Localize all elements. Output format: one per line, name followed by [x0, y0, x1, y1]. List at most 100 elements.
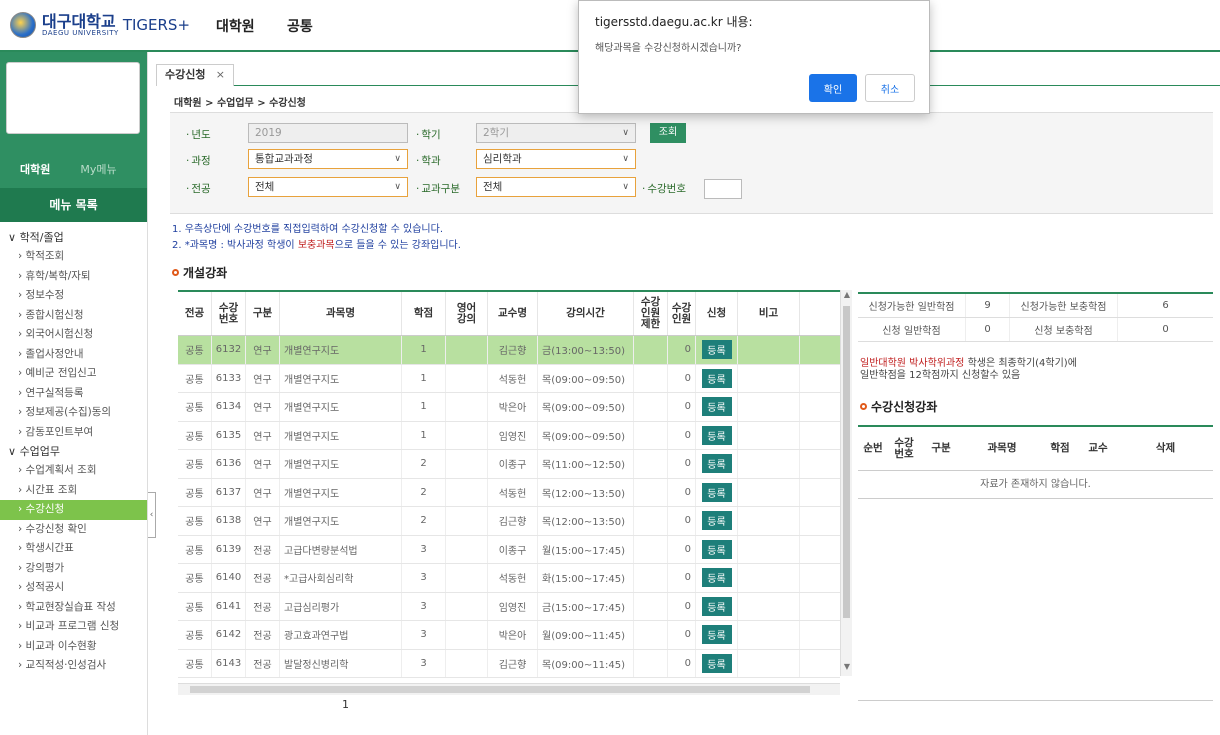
major-select[interactable]: 전체 ∨ — [248, 177, 408, 197]
sidebar-item[interactable]: › 정보제공(수집)동의 — [0, 403, 147, 423]
sidebar-item[interactable]: › 외국어시험신청 — [0, 325, 147, 345]
sidebar-item[interactable]: › 성적공시 — [0, 578, 147, 598]
register-button[interactable]: 등록 — [701, 539, 732, 559]
sidebar-item[interactable]: › 교직적성·인성검사 — [0, 656, 147, 676]
search-button[interactable]: 조회 — [650, 123, 686, 143]
cell-prof: 석동헌 — [488, 364, 538, 392]
cell-time: 목(12:00~13:50) — [538, 507, 634, 535]
cell-major: 공통 — [178, 592, 212, 620]
sidebar-item[interactable]: › 정보수정 — [0, 286, 147, 306]
vertical-scrollbar[interactable]: ▲ ▼ — [840, 290, 852, 676]
cell-type: 연구 — [246, 364, 280, 392]
sidebar-item[interactable]: › 학적조회 — [0, 247, 147, 267]
table-row[interactable]: 공통 6132 연구 개별연구지도 1 김근향 금(13:00~13:50) 0 등록 — [178, 336, 840, 365]
menu-group[interactable]: ∨ 학적/졸업 — [0, 228, 147, 247]
table-row[interactable]: 공통 6133 연구 개별연구지도 1 석동헌 목(09:00~09:50) 0 등록 — [178, 364, 840, 393]
close-icon[interactable]: × — [216, 65, 225, 85]
applied-table-header: 순번 수강 번호 구분 과목명 학점 교수 삭제 — [858, 427, 1213, 471]
cell-empty — [634, 535, 668, 563]
dept-select[interactable]: 심리학과 ∨ — [476, 149, 636, 169]
table-row[interactable]: 공통 6137 연구 개별연구지도 2 석동헌 목(12:00~13:50) 0 등록 — [178, 478, 840, 507]
cancel-button[interactable]: 취소 — [865, 74, 915, 102]
cell-count: 0 — [668, 507, 696, 535]
chevron-right-icon: › — [18, 308, 23, 321]
classno-input[interactable] — [704, 179, 742, 199]
table-row[interactable]: 공통 6143 전공 발달정신병리학 3 김근향 목(09:00~11:45) 0 등록 — [178, 649, 840, 678]
sidebar-item[interactable]: › 수강신청 — [0, 500, 147, 520]
course-select[interactable]: 통합교과과정 ∨ — [248, 149, 408, 169]
scroll-thumb-horizontal[interactable] — [190, 686, 810, 693]
cell-count: 0 — [668, 535, 696, 563]
sidebar-item[interactable]: › 학교현장실습표 작성 — [0, 598, 147, 618]
cell-major: 공통 — [178, 649, 212, 677]
sidebar-item[interactable]: › 시간표 조회 — [0, 481, 147, 501]
cell-time: 목(12:00~13:50) — [538, 478, 634, 506]
dialog-title: tigersstd.daegu.ac.kr 내용: — [595, 15, 753, 29]
register-button[interactable]: 등록 — [701, 511, 732, 531]
chevron-right-icon: › — [18, 639, 23, 652]
cell-time: 금(15:00~17:45) — [538, 592, 634, 620]
column-header: 순번 — [863, 442, 883, 454]
scroll-down-icon[interactable]: ▼ — [841, 662, 853, 676]
university-logo[interactable]: 대구대학교 DAEGU UNIVERSITY TIGERS+ — [10, 12, 190, 38]
sidebar-tab-graduate[interactable]: 대학원 — [20, 161, 50, 177]
sidebar-item[interactable]: › 수강신청 확인 — [0, 520, 147, 540]
tab-course-registration[interactable]: 수강신청 × — [156, 64, 234, 86]
register-button[interactable]: 등록 — [701, 368, 732, 388]
sidebar-item[interactable]: › 수업계획서 조회 — [0, 461, 147, 481]
chevron-right-icon: › — [18, 659, 23, 671]
cell-empty — [738, 393, 800, 421]
chevron-down-icon: ∨ — [622, 128, 629, 138]
cell-count: 0 — [668, 450, 696, 478]
menu-group[interactable]: ∨ 수업업무 — [0, 442, 147, 461]
register-button[interactable]: 등록 — [701, 397, 732, 417]
table-row[interactable]: 공통 6134 연구 개별연구지도 1 박은아 목(09:00~09:50) 0 등록 — [178, 393, 840, 422]
sidebar-collapse-handle[interactable]: ‹ — [148, 492, 156, 538]
topnav-common[interactable]: 공통 — [287, 16, 313, 36]
register-button[interactable]: 등록 — [701, 454, 732, 474]
cell-name: 개별연구지도 — [280, 507, 402, 535]
register-button[interactable]: 등록 — [701, 482, 732, 502]
sidebar-item[interactable]: › 감동포인트부여 — [0, 423, 147, 443]
table-row[interactable]: 공통 6135 연구 개별연구지도 1 임영진 목(09:00~09:50) 0 등록 — [178, 421, 840, 450]
sidebar-item[interactable]: › 강의평가 — [0, 559, 147, 579]
cell-empty — [446, 421, 488, 449]
sidebar-item[interactable]: › 예비군 전입신고 — [0, 364, 147, 384]
page-number[interactable]: 1 — [342, 698, 349, 711]
scroll-thumb[interactable] — [843, 306, 850, 618]
horizontal-scrollbar[interactable] — [178, 683, 840, 695]
sidebar-item[interactable]: › 휴학/복학/자퇴 — [0, 267, 147, 287]
table-row[interactable]: 공통 6140 전공 *고급사회심리학 3 석동헌 화(15:00~17:45) 0 등록 — [178, 564, 840, 593]
scroll-up-icon[interactable]: ▲ — [841, 290, 853, 304]
chevron-down-icon: ∨ — [8, 445, 17, 458]
sidebar-item[interactable]: › 종합시험신청 — [0, 306, 147, 326]
note-2: 2. *과목명 : 박사과정 학생이 보충과목으로 들을 수 있는 강좌입니다. — [172, 240, 461, 251]
table-row[interactable]: 공통 6142 전공 광고효과연구법 3 박은아 월(09:00~11:45) 0 등록 — [178, 621, 840, 650]
ok-button[interactable]: 확인 — [809, 74, 857, 102]
register-button[interactable]: 등록 — [701, 625, 732, 645]
table-row[interactable]: 공통 6141 전공 고급심리평가 3 임영진 금(15:00~17:45) 0 등록 — [178, 592, 840, 621]
logo-korean: 대구대학교 — [42, 11, 116, 31]
register-button[interactable]: 등록 — [701, 568, 732, 588]
category-select[interactable]: 전체 ∨ — [476, 177, 636, 197]
topnav-graduate[interactable]: 대학원 — [216, 16, 255, 36]
cell-time: 월(09:00~11:45) — [538, 621, 634, 649]
sidebar-item[interactable]: › 비교과 프로그램 신청 — [0, 617, 147, 637]
register-button[interactable]: 등록 — [701, 653, 732, 673]
register-button[interactable]: 등록 — [701, 596, 732, 616]
cell-time: 금(13:00~13:50) — [538, 336, 634, 364]
table-row[interactable]: 공통 6136 연구 개별연구지도 2 이종구 목(11:00~12:50) 0 등록 — [178, 450, 840, 479]
column-header: 강의시간 — [538, 292, 634, 335]
table-row[interactable]: 공통 6139 전공 고급다변량분석법 3 이종구 월(15:00~17:45) 0 등록 — [178, 535, 840, 564]
cell-major: 공통 — [178, 450, 212, 478]
sidebar-item[interactable]: › 연구실적등록 — [0, 384, 147, 404]
register-button[interactable]: 등록 — [701, 340, 732, 360]
cell-empty — [446, 535, 488, 563]
table-row[interactable]: 공통 6138 연구 개별연구지도 2 김근향 목(12:00~13:50) 0 등록 — [178, 507, 840, 536]
cell-name: *고급사회심리학 — [280, 564, 402, 592]
sidebar-item[interactable]: › 졸업사정안내 — [0, 345, 147, 365]
sidebar-item[interactable]: › 비교과 이수현황 — [0, 637, 147, 657]
register-button[interactable]: 등록 — [701, 425, 732, 445]
sidebar-item[interactable]: › 학생시간표 — [0, 539, 147, 559]
sidebar-tab-mymenu[interactable]: My메뉴 — [80, 161, 116, 177]
